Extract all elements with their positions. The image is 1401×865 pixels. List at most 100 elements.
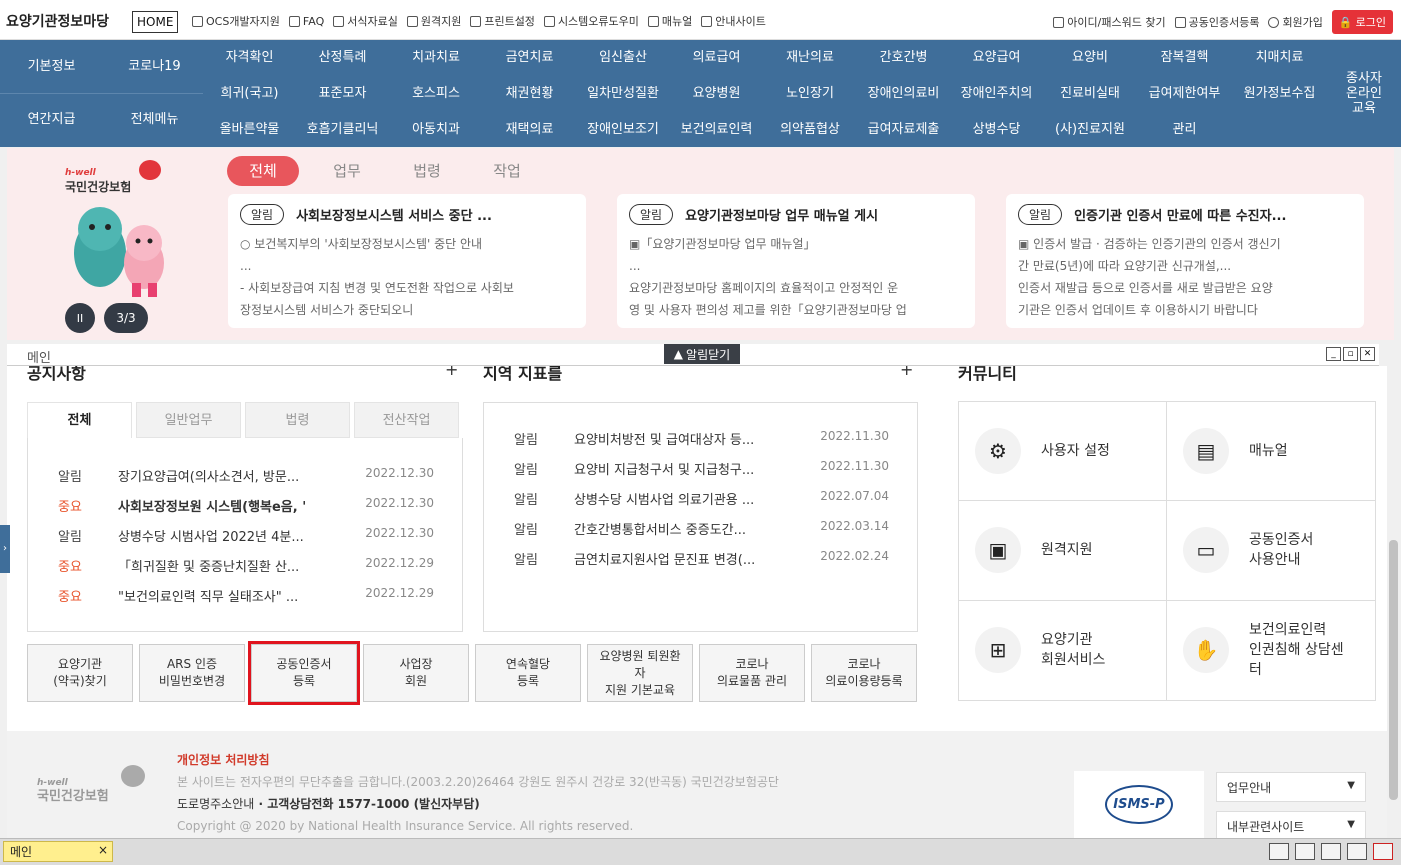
- nav-item[interactable]: 의약품협상: [763, 112, 857, 147]
- tab-law[interactable]: 법령: [387, 156, 467, 186]
- ocs-dev-link[interactable]: OCS개발자지원: [192, 13, 280, 29]
- tab-all[interactable]: 전체: [227, 156, 299, 186]
- grid-layout-icon[interactable]: [1347, 843, 1367, 860]
- nav-item[interactable]: (사)진료지원: [1043, 112, 1137, 147]
- nav-item[interactable]: 장애인주치의: [950, 76, 1043, 111]
- workplace-member-button[interactable]: 사업장 회원: [363, 644, 469, 702]
- notice-tab-general[interactable]: 일반업무: [136, 402, 241, 438]
- find-institution-button[interactable]: 요양기관 (약국)찾기: [27, 644, 133, 702]
- nav-item[interactable]: 장애인의료비: [857, 76, 950, 111]
- nav-item[interactable]: 노인장기: [763, 76, 857, 111]
- split-layout-icon[interactable]: [1295, 843, 1315, 860]
- nav-item[interactable]: 관리: [1137, 112, 1232, 147]
- nav-item-left[interactable]: 코로나19: [103, 40, 206, 93]
- news-row[interactable]: 알림 요양비처방전 및 급여대상자 등... 2022.11.30: [484, 429, 917, 459]
- guide-site-link[interactable]: 안내사이트: [701, 13, 766, 29]
- nav-item[interactable]: 금연치료: [483, 40, 576, 75]
- nav-item[interactable]: 보건의료인력: [670, 112, 763, 147]
- nav-item[interactable]: 치매치료: [1232, 40, 1327, 75]
- banner-notice-card[interactable]: 알림 요양기관정보마당 업무 매뉴얼 게시 ▣「요양기관정보마당 업무 매뉴얼」 …: [617, 194, 975, 328]
- nav-item[interactable]: 호스피스: [389, 76, 483, 111]
- covid-usage-button[interactable]: 코로나 의료이용량등록: [811, 644, 917, 702]
- nav-item[interactable]: 자격확인: [203, 40, 296, 75]
- home-button[interactable]: HOME: [132, 11, 179, 33]
- notice-tab-law[interactable]: 법령: [245, 402, 350, 438]
- single-layout-icon[interactable]: [1269, 843, 1289, 860]
- cascade-layout-icon[interactable]: [1321, 843, 1341, 860]
- nav-item[interactable]: 급여제한여부: [1137, 76, 1232, 111]
- news-row[interactable]: 알림 요양비 지급청구서 및 지급청구... 2022.11.30: [484, 459, 917, 489]
- community-item[interactable]: ▤ 매뉴얼: [1167, 402, 1375, 502]
- notice-tab-all[interactable]: 전체: [27, 402, 132, 438]
- nav-item[interactable]: 산정특례: [296, 40, 389, 75]
- banner-notice-card[interactable]: 알림 인증기관 인증서 만료에 따른 수진자... ▣ 인증서 발급 · 검증하는…: [1006, 194, 1364, 328]
- ars-password-button[interactable]: ARS 인증 비밀번호변경: [139, 644, 245, 702]
- discharge-education-button[interactable]: 요양병원 퇴원환 자 지원 기본교육: [587, 644, 693, 702]
- nav-item-staff-education[interactable]: 종사자 온라인 교육: [1327, 40, 1401, 147]
- forms-link[interactable]: 서식자료실: [333, 13, 398, 29]
- nav-item[interactable]: 잠복결핵: [1137, 40, 1232, 75]
- nav-item[interactable]: 표준모자: [296, 76, 389, 111]
- notice-row[interactable]: 중요 "보건의료인력 직무 실태조사" ... 2022.12.29: [28, 586, 462, 616]
- more-plus-icon[interactable]: +: [900, 366, 913, 379]
- taskbar-tab-main[interactable]: 메인 ×: [3, 841, 113, 862]
- nav-item-left[interactable]: 연간지급: [0, 93, 103, 146]
- site-title[interactable]: 요양기관정보마당: [6, 11, 109, 31]
- close-icon[interactable]: ✕: [1360, 347, 1375, 361]
- community-item[interactable]: ✋ 보건의료인력 인권침해 상담센 터: [1167, 601, 1375, 700]
- faq-link[interactable]: FAQ: [288, 13, 324, 29]
- community-item[interactable]: ▣ 원격지원: [959, 501, 1167, 601]
- close-icon[interactable]: ×: [98, 843, 108, 857]
- find-id-password-link[interactable]: 아이디/패스워드 찾기: [1053, 14, 1166, 30]
- related-sites-select[interactable]: 내부관련사이트 ▼: [1216, 811, 1366, 841]
- nav-item[interactable]: 재택의료: [483, 112, 576, 147]
- nav-item[interactable]: 원가정보수집: [1232, 76, 1327, 111]
- minimize-icon[interactable]: _: [1326, 347, 1341, 361]
- tab-work[interactable]: 업무: [307, 156, 387, 186]
- road-address-link[interactable]: 도로명주소안내: [177, 797, 254, 811]
- banner-notice-card[interactable]: 알림 사회보장정보시스템 서비스 중단 ... ○ 보건복지부의 '사회보장정보시…: [228, 194, 586, 328]
- notice-row[interactable]: 중요 사회보장정보원 시스템(행복e음, ' 2022.12.30: [28, 496, 462, 526]
- nav-item[interactable]: 의료급여: [670, 40, 763, 75]
- login-button[interactable]: 🔒 로그인: [1331, 10, 1393, 34]
- covid-supplies-button[interactable]: 코로나 의료물품 관리: [699, 644, 805, 702]
- cert-register-link[interactable]: 공동인증서등록: [1174, 14, 1259, 30]
- tab-task[interactable]: 작업: [467, 156, 547, 186]
- privacy-policy-link[interactable]: 개인정보 처리방침: [177, 749, 779, 771]
- remote-support-link[interactable]: 원격지원: [406, 13, 461, 29]
- cgm-register-button[interactable]: 연속혈당 등록: [475, 644, 581, 702]
- business-info-select[interactable]: 업무안내 ▼: [1216, 772, 1366, 802]
- notice-row[interactable]: 알림 상병수당 시범사업 2022년 4분... 2022.12.30: [28, 526, 462, 556]
- nav-item[interactable]: 요양비: [1043, 40, 1137, 75]
- news-row[interactable]: 알림 간호간병통합서비스 중증도간... 2022.03.14: [484, 519, 917, 549]
- nav-item-left[interactable]: 기본정보: [0, 40, 103, 93]
- alarm-close-button[interactable]: ▲ 알림닫기: [664, 344, 740, 364]
- community-item[interactable]: ⊞ 요양기관 회원서비스: [959, 600, 1167, 700]
- close-all-icon[interactable]: [1373, 843, 1393, 860]
- nav-item[interactable]: 호흡기클리닉: [296, 112, 389, 147]
- nav-item[interactable]: 간호간병: [857, 40, 950, 75]
- pause-button[interactable]: II: [65, 303, 95, 333]
- nav-item[interactable]: 아동치과: [389, 112, 483, 147]
- nav-item[interactable]: 재난의료: [763, 40, 857, 75]
- scrollbar-thumb[interactable]: [1389, 540, 1398, 800]
- nav-item[interactable]: 희귀(국고): [203, 76, 296, 111]
- community-item[interactable]: ⚙ 사용자 설정: [959, 402, 1167, 502]
- nav-item[interactable]: 요양급여: [950, 40, 1043, 75]
- side-expand-tab[interactable]: ›: [0, 525, 10, 573]
- signup-link[interactable]: 회원가입: [1268, 14, 1323, 30]
- nav-item[interactable]: 장애인보조기: [576, 112, 670, 147]
- print-settings-link[interactable]: 프린트설정: [470, 13, 535, 29]
- nav-item[interactable]: 급여자료제출: [857, 112, 950, 147]
- nav-item[interactable]: 치과치료: [389, 40, 483, 75]
- nav-item[interactable]: 올바른약물: [203, 112, 296, 147]
- nav-item[interactable]: 요양병원: [670, 76, 763, 111]
- system-error-help-link[interactable]: 시스템오류도우미: [543, 13, 639, 29]
- nav-item[interactable]: 채권현황: [483, 76, 576, 111]
- news-row[interactable]: 알림 상병수당 시범사업 의료기관용 ... 2022.07.04: [484, 489, 917, 519]
- community-item[interactable]: ▭ 공동인증서 사용안내: [1167, 501, 1375, 601]
- restore-icon[interactable]: ▫: [1343, 347, 1358, 361]
- nav-item[interactable]: 임신출산: [576, 40, 670, 75]
- notice-row[interactable]: 알림 장기요양급여(의사소견서, 방문... 2022.12.30: [28, 466, 462, 496]
- nav-item[interactable]: 상병수당: [950, 112, 1043, 147]
